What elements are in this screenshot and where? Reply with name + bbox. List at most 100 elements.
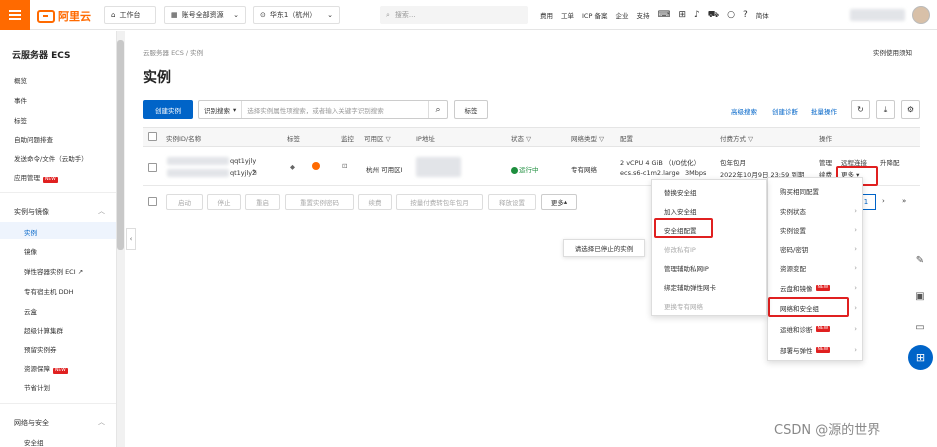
sidebar-item-instances[interactable]: 实例 [24,227,37,237]
fees-link[interactable]: 费用 [540,10,553,20]
submenu-change-vpc[interactable]: 更换专有网络 [652,296,766,315]
menu-item-password-keys[interactable]: 密码/密钥 › [768,239,862,258]
collapse-sidebar-button[interactable]: ‹ [126,228,136,250]
release-settings-button[interactable]: 释放设置 [488,194,536,210]
notebook-icon[interactable]: ▣ [908,284,932,308]
filter-icon[interactable]: ▽ [599,135,604,143]
sidebar-item-images[interactable]: 镜像 [24,246,37,256]
col-network[interactable]: 网络类型 ▽ [571,133,604,143]
instance-id-blurred[interactable] [167,157,229,165]
menu-item-ops-diagnosis[interactable]: 运维和诊断 NEW › [768,319,862,338]
select-all-checkbox[interactable] [148,132,157,141]
grid-icon[interactable]: ⊞ [678,10,686,20]
bulk-more-button[interactable]: 更多 ▴ [541,194,577,210]
refresh-button[interactable]: ↻ [851,100,870,119]
sidebar-item-scc[interactable]: 超级计算集群 [24,325,63,335]
reset-password-button[interactable]: 重置实例密码 [285,194,354,210]
filter-icon[interactable]: ▽ [526,135,531,143]
search-button[interactable]: ⌕ [428,101,447,118]
aliyun-logo[interactable]: 阿里云 [37,8,91,24]
avatar[interactable] [912,6,930,24]
sidebar-item-app-management[interactable]: 应用管理 NEW [14,172,58,183]
bell-icon[interactable]: ♪ [694,10,700,20]
menu-item-disks-images[interactable]: 云盘和镜像 NEW › [768,278,862,297]
next-page-icon[interactable]: › [882,197,885,205]
row-checkbox[interactable] [148,163,157,172]
sidebar-item-eci[interactable]: 弹性容器实例 ECI ↗ [24,266,83,276]
submenu-secondary-private-ip[interactable]: 管理辅助私网IP [652,258,766,277]
sidebar-item-savings-plan[interactable]: 节省计划 [24,382,50,392]
instance-type-link[interactable]: ecs.s6-c1m2.large [620,169,680,177]
restart-button[interactable]: 重启 [245,194,280,210]
workbench-button[interactable]: ⌂ 工作台 [104,6,156,24]
chevron-up-icon[interactable]: ︿ [98,206,105,216]
instance-id-link[interactable]: qqt1yjly [230,157,256,165]
app-grid-icon[interactable]: ⊞ [908,345,933,370]
filter-icon[interactable]: ▽ [386,135,391,143]
support-link[interactable]: 支持 [636,10,649,20]
icp-link[interactable]: ICP 备案 [582,10,607,20]
batch-operations-link[interactable]: 批量操作 [811,106,837,116]
sidebar-item-events[interactable]: 事件 [14,95,27,105]
sidebar-item-security-groups[interactable]: 安全组 [24,437,44,447]
create-diagnosis-link[interactable]: 创建诊断 [772,106,798,116]
chat-icon[interactable]: ▭ [908,315,932,339]
breadcrumb[interactable]: 云服务器 ECS / 实例 [143,47,203,57]
edit-feedback-icon[interactable]: ✎ [908,248,932,272]
language-switch[interactable]: 简体 [756,10,769,20]
sidebar-item-resource-assurance[interactable]: 资源保障 NEW [24,363,68,374]
last-page-icon[interactable]: » [902,197,906,205]
submenu-replace-security-group[interactable]: 替换安全组 [652,182,766,201]
search-input[interactable]: 选择实例属性项搜索，或者输入关键字识别搜索 [242,105,428,115]
bulk-select-checkbox[interactable] [148,197,157,206]
global-search-input[interactable]: ⌕ 搜索... [380,6,528,24]
manage-link[interactable]: 管理 [819,157,832,167]
account-resources-dropdown[interactable]: ▦ 账号全部资源 ⌄ [164,6,246,24]
settings-button[interactable]: ⚙ [901,100,920,119]
advanced-search-link[interactable]: 高级搜索 [731,106,757,116]
sidebar-item-overview[interactable]: 概览 [14,75,27,85]
instance-search-bar[interactable]: 识别搜索 ▾ 选择实例属性项搜索，或者输入关键字识别搜索 ⌕ [198,100,448,119]
usage-notes-link[interactable]: 实例使用须知 [873,47,912,57]
sidebar-group-network-security[interactable]: 网络与安全 [14,418,49,428]
lightbulb-icon[interactable]: ○ [727,10,735,20]
filter-icon[interactable]: ▽ [748,135,753,143]
terminal-icon[interactable]: ⌨ [657,10,670,20]
chevron-up-icon[interactable]: ︿ [98,417,105,427]
menu-item-resource-change[interactable]: 资源变配 › [768,258,862,277]
sidebar-item-cloud-assistant[interactable]: 发送命令/文件（云助手） [14,153,88,163]
edit-icon[interactable]: ✎ [252,168,257,176]
search-type-dropdown[interactable]: 识别搜索 ▾ [199,101,243,118]
upgrade-downgrade-link[interactable]: 升降配 [880,157,900,167]
sidebar-item-reserved-instances[interactable]: 预留实例券 [24,344,57,354]
sidebar-scroll-thumb[interactable] [117,40,124,250]
col-zone[interactable]: 可用区 ▽ [364,133,391,143]
col-billing[interactable]: 付费方式 ▽ [720,133,753,143]
submenu-modify-private-ip[interactable]: 修改私有IP [652,239,766,258]
tag-filter-button[interactable]: 标签 [454,100,488,119]
sidebar-group-instances-images[interactable]: 实例与镜像 [14,207,49,217]
menu-item-deploy-elastic[interactable]: 部署与弹性 NEW › [768,340,862,359]
sidebar-item-self-diagnosis[interactable]: 自助问题排查 [14,134,53,144]
sidebar-item-tags[interactable]: 标签 [14,115,27,125]
monitor-chart-icon[interactable]: ⊡ [342,162,347,170]
menu-item-instance-status[interactable]: 实例状态 › [768,201,862,220]
tickets-link[interactable]: 工单 [561,10,574,20]
sidebar-item-cloud-box[interactable]: 云盒 [24,306,37,316]
menu-item-instance-settings[interactable]: 实例设置 › [768,220,862,239]
submenu-bind-eni[interactable]: 绑定辅助弹性网卡 [652,277,766,296]
export-button[interactable]: ⤓ [876,100,895,119]
create-instance-button[interactable]: 创建实例 [143,100,193,119]
cart-icon[interactable]: ⛟ [708,10,719,21]
account-name-blurred[interactable] [850,9,905,21]
col-status[interactable]: 状态 ▽ [511,133,531,143]
convert-billing-button[interactable]: 按量付费转包年包月 [396,194,483,210]
help-icon[interactable]: ? [743,10,748,20]
enterprise-link[interactable]: 企业 [615,10,628,20]
start-button[interactable]: 启动 [166,194,203,210]
stop-button[interactable]: 停止 [207,194,241,210]
menu-item-buy-same[interactable]: 购买相同配置 [768,181,862,200]
sidebar-item-ddh[interactable]: 专有宿主机 DDH [24,286,73,296]
tag-icon[interactable]: ◆ [290,163,295,171]
tag-color-icon[interactable] [312,162,320,170]
